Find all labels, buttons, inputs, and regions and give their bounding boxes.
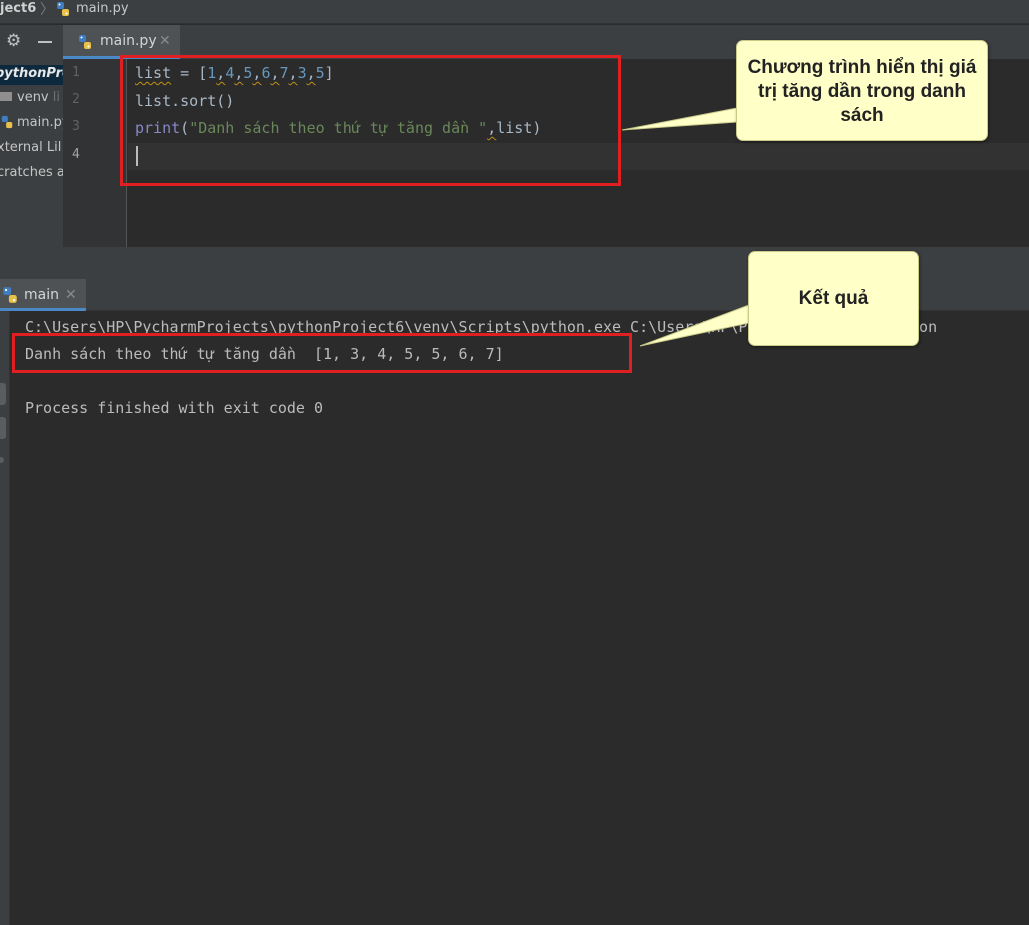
python-file-icon — [0, 115, 14, 135]
callout-code-description: Chương trình hiển thị giá trị tăng dần t… — [736, 40, 988, 141]
line-number: 4 — [72, 147, 80, 162]
close-icon[interactable]: ✕ — [159, 33, 171, 49]
python-file-icon — [55, 1, 71, 21]
line-number: 1 — [72, 65, 80, 80]
line-number: 3 — [72, 119, 80, 134]
breadcrumb-project[interactable]: ject6 — [0, 0, 36, 18]
project-toolbar: ⚙ — [0, 25, 63, 59]
stop-button[interactable] — [0, 417, 6, 439]
run-tab-main[interactable]: main ✕ — [0, 279, 86, 311]
project-tree-item-venv[interactable]: venv li — [0, 89, 60, 107]
gear-icon[interactable]: ⚙ — [6, 31, 21, 51]
tab-main-py[interactable]: main.py ✕ — [63, 25, 180, 59]
project-tree-item-external-libraries[interactable]: xternal Lil — [0, 139, 61, 157]
pin-icon[interactable] — [0, 457, 4, 463]
python-icon — [1, 286, 19, 308]
breadcrumb-file[interactable]: main.py — [76, 0, 129, 18]
run-console[interactable]: C:\Users\HP\PycharmProjects\pythonProjec… — [11, 311, 1029, 925]
console-exit-line: Process finished with exit code 0 — [25, 399, 324, 417]
navigation-bar: ject6 〉 main.py — [0, 0, 1029, 24]
line-number: 2 — [72, 92, 80, 107]
editor-gutter: 1 2 3 4 — [63, 59, 127, 247]
code-highlight-box — [120, 55, 621, 186]
close-icon[interactable]: ✕ — [65, 287, 77, 303]
callout-result: Kết quả — [748, 251, 919, 346]
project-tree-item-scratches[interactable]: cratches a — [0, 164, 63, 182]
breadcrumb-separator-icon: 〉 — [40, 2, 54, 18]
collapse-icon[interactable] — [38, 41, 52, 43]
project-tree-item-main-py[interactable]: main.py — [0, 114, 63, 135]
folder-icon — [0, 92, 12, 101]
rerun-button[interactable] — [0, 383, 6, 405]
project-tool-window: ⚙ pythonProject6 venv li main.py xternal… — [0, 25, 63, 277]
tab-label: main.py — [100, 33, 157, 49]
output-highlight-box — [12, 333, 632, 373]
run-toolbar — [0, 311, 10, 925]
run-tab-label: main — [24, 287, 59, 303]
project-tree-root[interactable]: pythonProject6 — [0, 65, 63, 85]
python-file-icon — [77, 34, 93, 54]
